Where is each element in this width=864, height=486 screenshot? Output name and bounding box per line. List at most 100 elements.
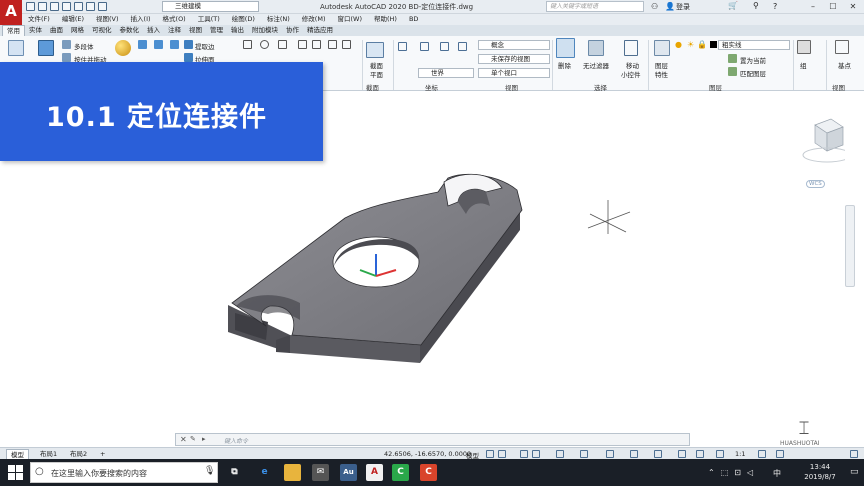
viewport-config-select[interactable]: 单个视口 [478, 68, 550, 78]
tab-solid[interactable]: 实体 [25, 25, 46, 36]
tab-manage[interactable]: 管理 [206, 25, 227, 36]
binoculars-icon[interactable]: ⚇ [651, 2, 658, 11]
search-input[interactable]: 键入关键字或短语 [546, 1, 644, 12]
move-icon[interactable] [298, 40, 307, 49]
tab-parametric[interactable]: 参数化 [116, 25, 144, 36]
snap-icon[interactable] [498, 450, 506, 458]
recent-commands-icon[interactable]: ▸ [202, 435, 206, 443]
tab-visualize[interactable]: 可视化 [88, 25, 116, 36]
menu-window[interactable]: 窗口(W) [331, 14, 368, 25]
lineweight-icon[interactable] [630, 450, 638, 458]
ucs-select[interactable]: 世界 [418, 68, 474, 78]
extrude-faces-icon[interactable] [184, 53, 193, 62]
menu-edit[interactable]: 编辑(E) [56, 14, 90, 25]
workspace-select[interactable]: 三维建模 [162, 1, 259, 12]
file-explorer-icon[interactable] [284, 464, 301, 481]
ucs-icon[interactable] [398, 42, 407, 51]
close-icon[interactable]: ✕ [180, 435, 187, 444]
match-layer-label[interactable]: 匹配图层 [740, 68, 766, 78]
lock-icon[interactable]: 🔒 [697, 40, 707, 49]
wcs-menu[interactable]: WCS [806, 180, 825, 188]
arc-icon[interactable] [260, 40, 269, 49]
tab-home[interactable]: 常用 [2, 25, 25, 36]
rectangle-icon[interactable] [278, 40, 287, 49]
tab-output[interactable]: 输出 [227, 25, 248, 36]
presspull-icon[interactable] [62, 53, 71, 62]
customization-icon[interactable] [850, 450, 858, 458]
task-view-icon[interactable]: ⧉ [226, 464, 243, 481]
subtract-icon[interactable] [154, 40, 163, 49]
workspace-switch-icon[interactable] [758, 450, 766, 458]
close-button[interactable]: ✕ [846, 1, 860, 13]
recorder-app-icon[interactable]: C [420, 464, 437, 481]
dynamic-ucs-icon[interactable] [606, 450, 614, 458]
rotate-icon[interactable] [312, 40, 321, 49]
delete-label[interactable]: 删除 [558, 60, 571, 70]
tab-annotate[interactable]: 注释 [164, 25, 185, 36]
tab-collaborate[interactable]: 协作 [282, 25, 303, 36]
group-label[interactable]: 组 [800, 60, 807, 70]
intersect-icon[interactable] [170, 40, 179, 49]
mail-icon[interactable]: ✉ [312, 464, 329, 481]
tab-layout1[interactable]: 布局1 [36, 449, 61, 459]
tab-featured[interactable]: 精选应用 [303, 25, 337, 36]
base-point-icon[interactable] [835, 40, 849, 54]
section-plane-label-bottom[interactable]: 平面 [370, 69, 383, 79]
minimize-button[interactable]: – [806, 1, 820, 13]
box-icon[interactable] [8, 40, 24, 56]
settings-icon[interactable] [776, 450, 784, 458]
saved-view-select[interactable]: 未保存的视图 [478, 54, 550, 64]
menu-insert[interactable]: 插入(I) [125, 14, 157, 25]
sun-icon[interactable]: ☀ [687, 40, 694, 49]
delete-filter-icon[interactable] [556, 38, 575, 58]
extract-edges-label[interactable]: 提取边 [195, 41, 215, 51]
edge-browser-icon[interactable]: e [256, 464, 273, 481]
maximize-button[interactable]: ☐ [826, 1, 840, 13]
ucs-world-icon[interactable] [420, 42, 429, 51]
help-icon[interactable]: ? [773, 2, 777, 11]
lightbulb-icon[interactable]: ● [675, 40, 682, 49]
tab-surface[interactable]: 曲面 [46, 25, 67, 36]
line-icon[interactable] [243, 40, 252, 49]
windows-start-icon[interactable] [8, 465, 23, 480]
clock-time[interactable]: 13:44 [800, 463, 840, 471]
menu-view[interactable]: 视图(V) [90, 14, 125, 25]
sphere-icon[interactable] [115, 40, 131, 56]
autocad-app-icon[interactable]: A [366, 464, 383, 481]
layer-properties-label-bottom[interactable]: 特性 [655, 69, 668, 79]
open-file-icon[interactable] [38, 2, 47, 11]
menu-bd[interactable]: BD [403, 14, 424, 25]
move-gizmo-icon[interactable] [624, 40, 638, 56]
input-language[interactable]: 中 [773, 468, 781, 479]
menu-file[interactable]: 文件(F) [22, 14, 56, 25]
polar-icon[interactable] [532, 450, 540, 458]
login-link[interactable]: 登录 [676, 2, 690, 12]
ortho-icon[interactable] [520, 450, 528, 458]
notification-icon[interactable]: ▭ [850, 467, 859, 477]
section-plane-icon[interactable] [366, 42, 384, 58]
no-filter-label[interactable]: 无过滤器 [583, 60, 609, 70]
user-icon[interactable]: 👤 [665, 2, 675, 11]
otrack-icon[interactable] [580, 450, 588, 458]
add-layout-icon[interactable]: + [96, 449, 109, 459]
command-line[interactable]: ✕ ✎ ▸ 键入命令 [175, 433, 690, 446]
menu-format[interactable]: 格式(O) [157, 14, 192, 25]
menu-help[interactable]: 帮助(H) [368, 14, 403, 25]
extract-edges-icon[interactable] [184, 40, 193, 49]
move-gizmo-label-bottom[interactable]: 小控件 [621, 69, 641, 79]
tab-layout2[interactable]: 布局2 [66, 449, 91, 459]
menu-draw[interactable]: 绘图(D) [226, 14, 261, 25]
tab-mesh[interactable]: 网格 [67, 25, 88, 36]
wrench-icon[interactable]: ✎ [190, 435, 196, 443]
tab-view[interactable]: 视图 [185, 25, 206, 36]
annotation-icon[interactable] [696, 450, 704, 458]
navigation-bar[interactable] [845, 205, 855, 287]
cart-icon[interactable]: 🛒 [728, 1, 738, 10]
tab-addins[interactable]: 附加模块 [248, 25, 282, 36]
system-tray-icons[interactable]: ⌃⬚⊡◁ [708, 468, 759, 477]
menu-dimension[interactable]: 标注(N) [261, 14, 296, 25]
annotation-visibility-icon[interactable] [716, 450, 724, 458]
taskbar-search-input[interactable]: ○ 在这里输入你要搜索的内容 🎙 [30, 462, 218, 483]
osnap-icon[interactable] [556, 450, 564, 458]
grid-icon[interactable] [486, 450, 494, 458]
